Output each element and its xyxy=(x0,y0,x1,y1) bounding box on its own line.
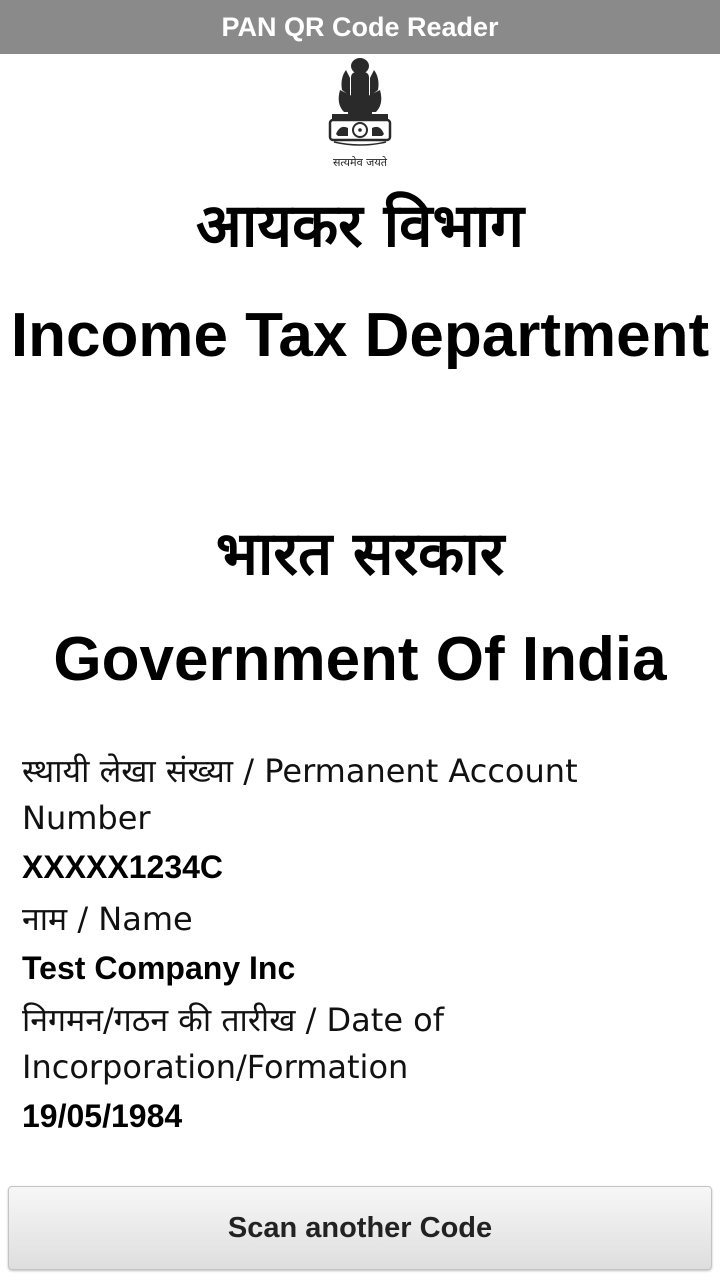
government-hindi-heading: भारत सरकार xyxy=(215,519,505,589)
name-value: Test Company Inc xyxy=(22,950,296,986)
government-english-heading: Government Of India xyxy=(53,625,667,694)
department-hindi-heading: आयकर विभाग xyxy=(195,191,525,261)
app-title: PAN QR Code Reader xyxy=(221,11,499,42)
name-label: नाम / Name xyxy=(22,900,193,938)
emblem-motto: सत्यमेव जयते xyxy=(333,156,388,169)
scan-another-code-button[interactable]: Scan another Code xyxy=(8,1186,712,1270)
pan-details: स्थायी लेखा संख्या / Permanent Account N… xyxy=(22,748,698,1145)
incorporation-date-value: 19/05/1984 xyxy=(22,1098,183,1134)
title-bar: PAN QR Code Reader xyxy=(0,0,720,54)
incorporation-date-label: निगमन/गठन की तारीख / Date of Incorporati… xyxy=(22,1001,445,1086)
pan-number-value: XXXXX1234C xyxy=(22,849,224,885)
pan-number-label: स्थायी लेखा संख्या / Permanent Account N… xyxy=(22,752,578,837)
national-emblem-icon: सत्यमेव जयते xyxy=(328,58,392,169)
department-english-heading: Income Tax Department xyxy=(10,301,710,370)
